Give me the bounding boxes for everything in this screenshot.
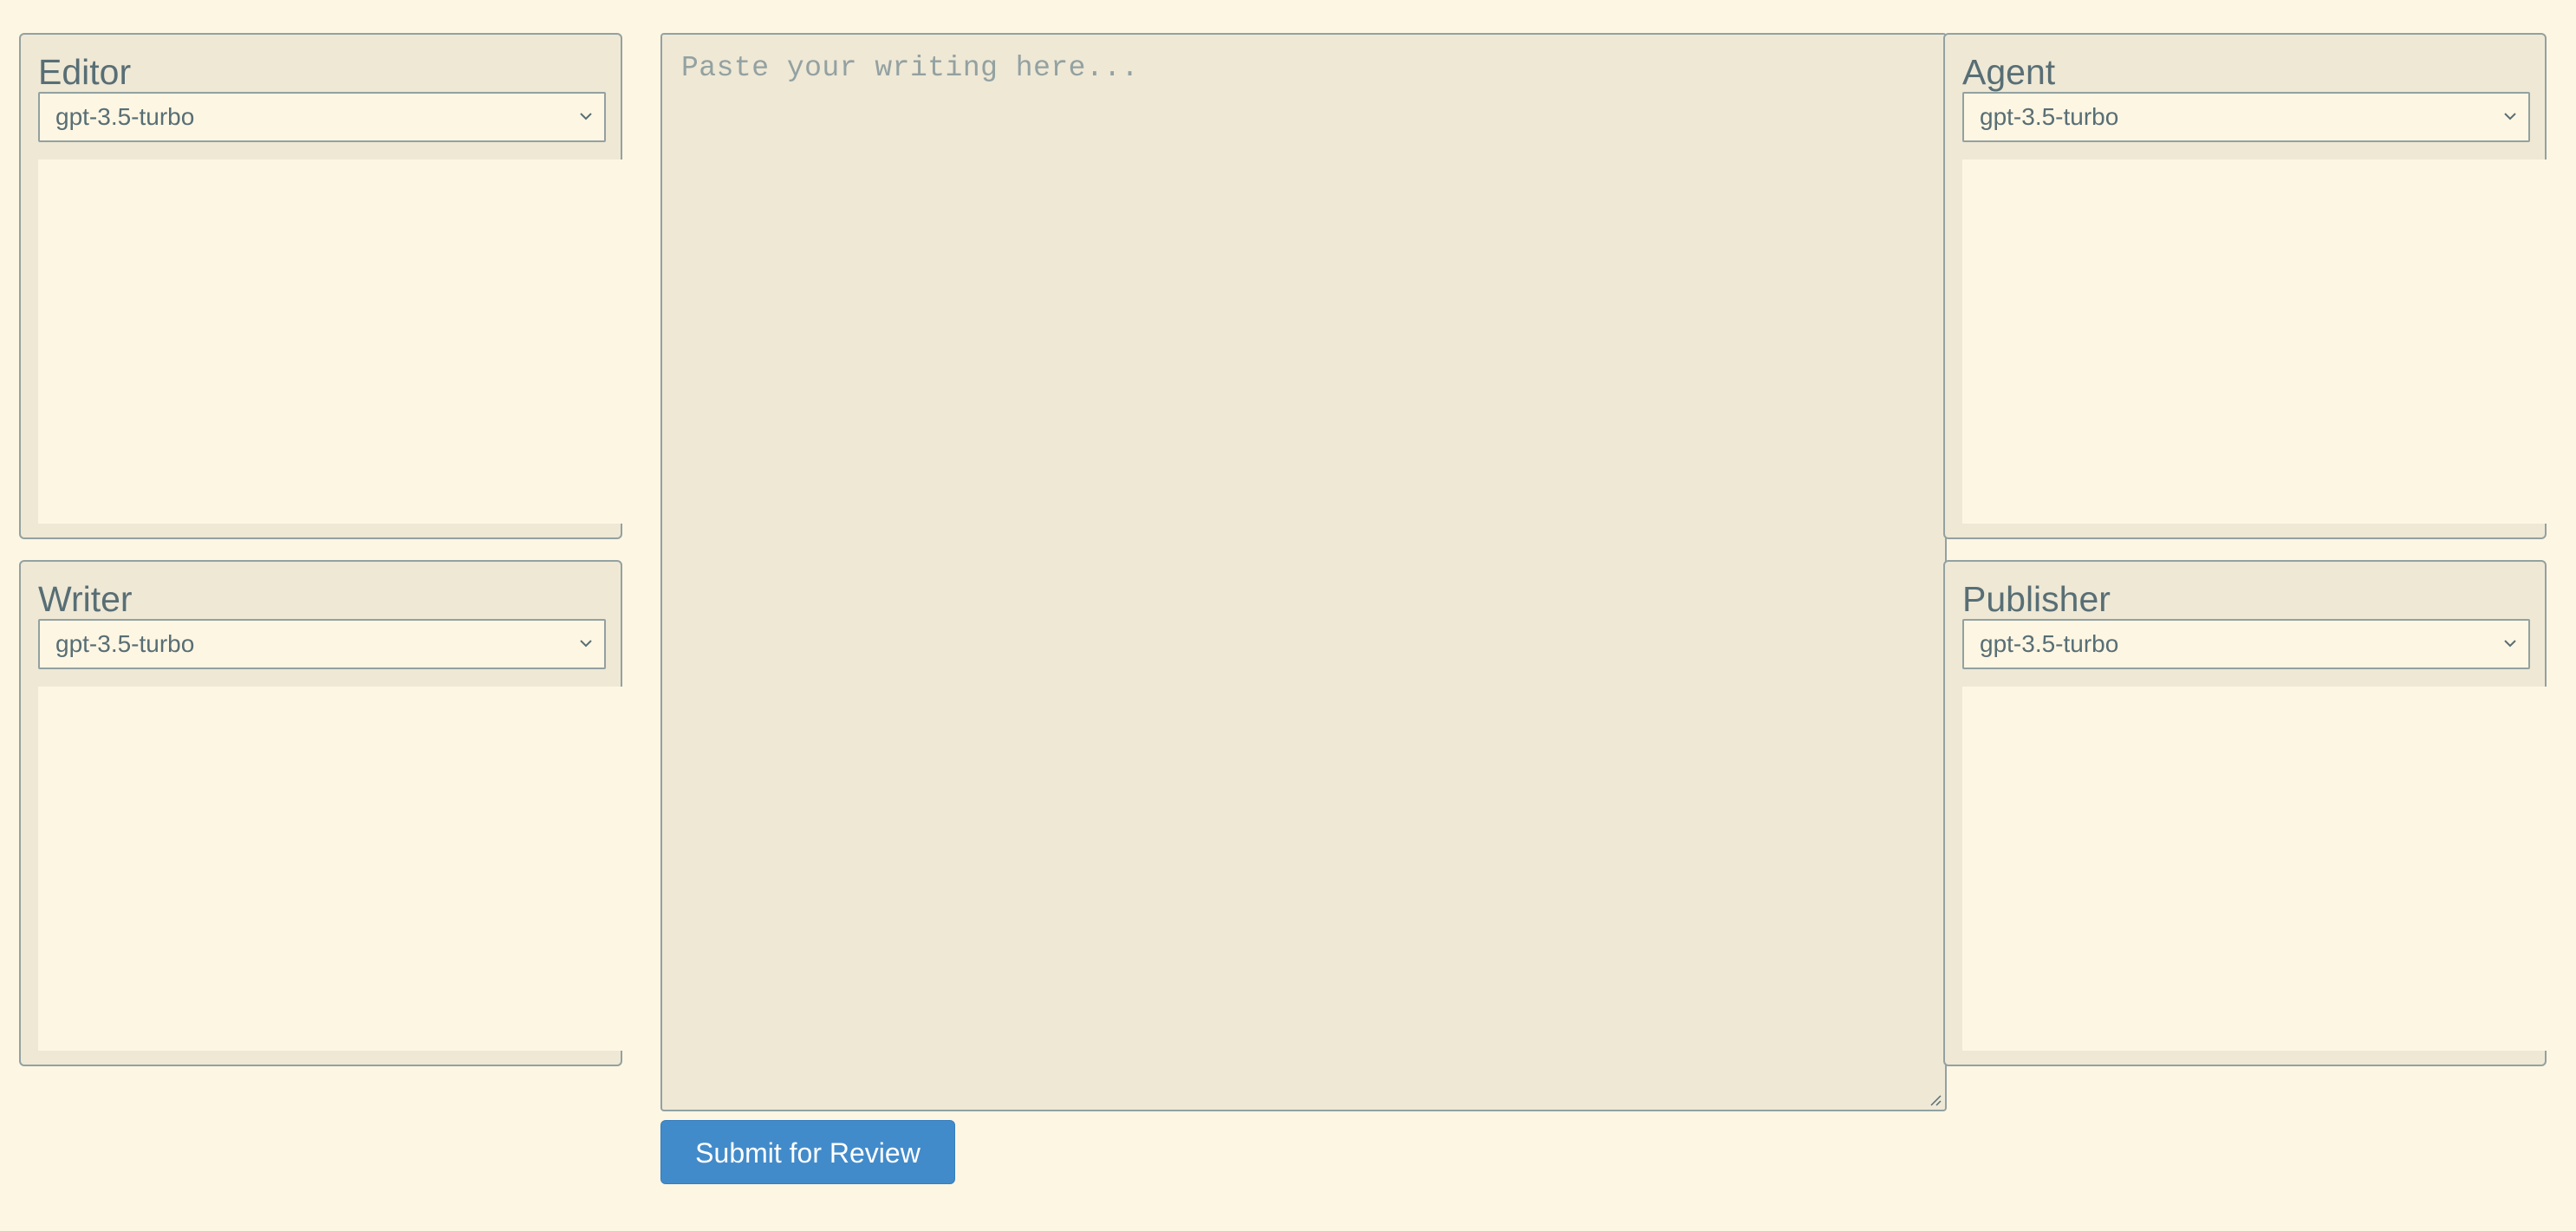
app-root: Editor gpt-3.5-turbo Writer gpt-3.5-turb…: [0, 0, 2576, 1231]
chevron-down-icon: [2504, 640, 2516, 648]
submit-button[interactable]: Submit for Review: [660, 1120, 955, 1184]
publisher-model-value: gpt-3.5-turbo: [1980, 630, 2119, 657]
chevron-down-icon: [2504, 113, 2516, 120]
editor-output: [38, 160, 622, 524]
chevron-down-icon: [580, 640, 592, 648]
writing-input[interactable]: Paste your writing here...: [660, 33, 1947, 1111]
writer-model-value: gpt-3.5-turbo: [55, 630, 195, 657]
agent-model-value: gpt-3.5-turbo: [1980, 103, 2119, 130]
writer-title: Writer: [38, 579, 133, 619]
writer-output: [38, 687, 622, 1051]
editor-model-value: gpt-3.5-turbo: [55, 103, 195, 130]
agent-panel: Agent gpt-3.5-turbo: [1943, 33, 2547, 539]
publisher-model-select[interactable]: gpt-3.5-turbo: [1962, 619, 2530, 669]
agent-title: Agent: [1962, 52, 2056, 92]
editor-panel: Editor gpt-3.5-turbo: [19, 33, 622, 539]
editor-title: Editor: [38, 52, 132, 92]
agent-output: [1962, 160, 2547, 524]
agent-model-select[interactable]: gpt-3.5-turbo: [1962, 92, 2530, 142]
publisher-title: Publisher: [1962, 579, 2111, 619]
editor-model-select[interactable]: gpt-3.5-turbo: [38, 92, 606, 142]
resize-handle-icon[interactable]: [1928, 1092, 1942, 1106]
publisher-panel: Publisher gpt-3.5-turbo: [1943, 560, 2547, 1066]
writing-placeholder: Paste your writing here...: [681, 52, 1139, 84]
writer-panel: Writer gpt-3.5-turbo: [19, 560, 622, 1066]
chevron-down-icon: [580, 113, 592, 120]
writer-model-select[interactable]: gpt-3.5-turbo: [38, 619, 606, 669]
publisher-output: [1962, 687, 2547, 1051]
